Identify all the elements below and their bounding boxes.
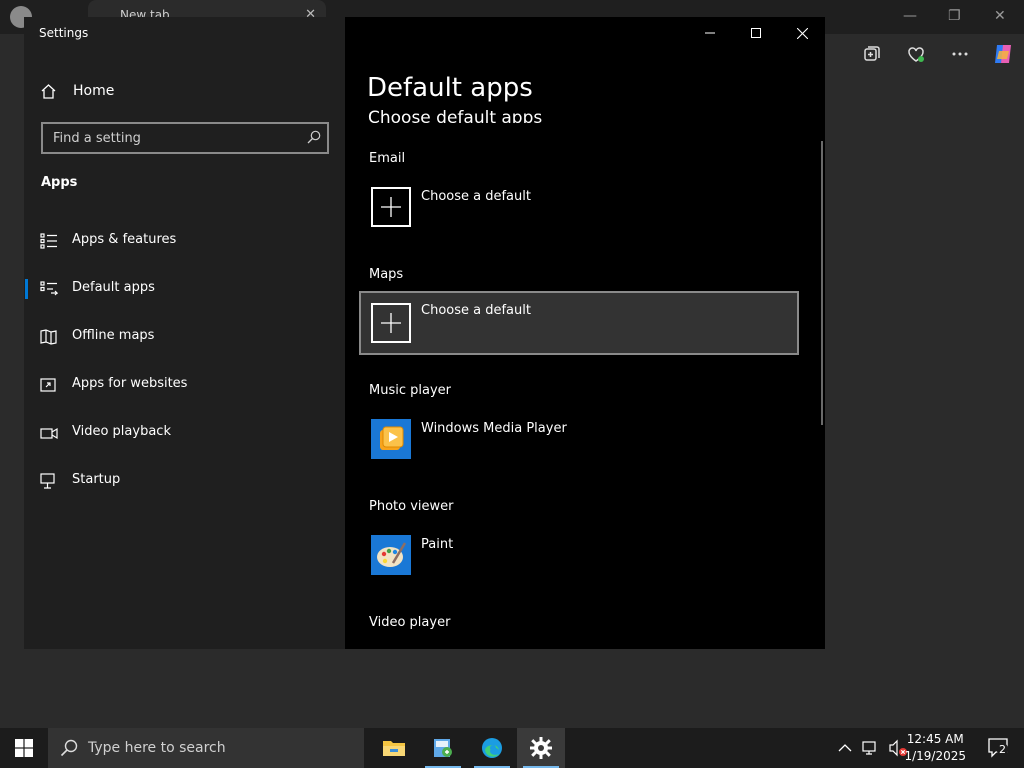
music-player-default-button[interactable]: Windows Media Player bbox=[359, 409, 799, 471]
home-nav-item[interactable]: Home bbox=[40, 79, 114, 103]
home-icon bbox=[41, 83, 56, 99]
start-button[interactable] bbox=[0, 728, 48, 768]
gear-icon bbox=[530, 737, 552, 759]
taskbar-search-placeholder: Type here to search bbox=[88, 740, 226, 756]
category-label-maps: Maps bbox=[369, 267, 404, 282]
sidebar-item-default-apps[interactable]: Default apps bbox=[24, 269, 345, 309]
photo-viewer-app-name: Paint bbox=[421, 537, 454, 552]
system-tray bbox=[838, 728, 908, 768]
default-apps-content: Default apps Choose default apps Email C… bbox=[345, 17, 825, 649]
video-playback-icon bbox=[40, 427, 58, 440]
sidebar-item-label: Startup bbox=[72, 472, 121, 487]
windows-logo-icon bbox=[15, 739, 33, 757]
action-center-button[interactable]: 2 bbox=[988, 738, 1010, 758]
content-scrollbar[interactable] bbox=[821, 141, 823, 425]
find-setting-input[interactable] bbox=[43, 124, 303, 152]
collections-icon[interactable] bbox=[862, 44, 882, 64]
taskbar-search-box[interactable]: Type here to search bbox=[48, 728, 364, 768]
browser-essentials-icon[interactable] bbox=[906, 44, 926, 64]
home-label: Home bbox=[73, 83, 115, 99]
sidebar-item-label: Apps & features bbox=[72, 232, 177, 247]
sidebar-item-label: Default apps bbox=[72, 280, 155, 295]
maps-app-name: Choose a default bbox=[421, 303, 531, 318]
sidebar-item-label: Offline maps bbox=[72, 328, 155, 343]
search-icon[interactable] bbox=[307, 130, 321, 144]
offline-maps-icon bbox=[40, 329, 57, 345]
clock-date: 1/19/2025 bbox=[904, 749, 966, 763]
window-controls bbox=[687, 17, 825, 49]
taskbar-clock[interactable]: 12:45 AM 1/19/2025 bbox=[904, 731, 966, 765]
photo-viewer-default-button[interactable]: Paint bbox=[359, 525, 799, 587]
settings-window: Settings Home Apps Apps & features Defau… bbox=[24, 17, 825, 649]
maps-default-button[interactable]: Choose a default bbox=[359, 291, 799, 355]
control-panel-icon bbox=[434, 739, 452, 757]
apps-websites-icon bbox=[40, 378, 56, 392]
sidebar-item-video-playback[interactable]: Video playback bbox=[24, 413, 345, 453]
maximize-icon bbox=[751, 28, 761, 38]
category-label-music-player: Music player bbox=[369, 383, 451, 398]
taskbar-settings[interactable] bbox=[517, 728, 565, 768]
default-apps-icon bbox=[40, 281, 58, 296]
category-label-video-player: Video player bbox=[369, 615, 451, 630]
browser-close-button[interactable]: ✕ bbox=[994, 8, 1006, 24]
sidebar-item-offline-maps[interactable]: Offline maps bbox=[24, 317, 345, 357]
sidebar-item-label: Apps for websites bbox=[72, 376, 188, 391]
sidebar-item-apps-features[interactable]: Apps & features bbox=[24, 221, 345, 261]
taskbar-file-explorer[interactable] bbox=[370, 728, 418, 768]
minimize-icon bbox=[705, 32, 715, 34]
window-title: Settings bbox=[39, 26, 89, 40]
section-subtitle: Choose default apps bbox=[368, 108, 543, 123]
email-default-button[interactable]: Choose a default bbox=[359, 177, 799, 239]
taskbar: Type here to search 12:45 AM 1/19/2025 2 bbox=[0, 728, 1024, 768]
paint-icon bbox=[371, 535, 411, 575]
maximize-button[interactable] bbox=[733, 17, 779, 49]
category-label-email: Email bbox=[369, 151, 406, 166]
close-icon bbox=[796, 27, 808, 39]
chevron-up-icon[interactable] bbox=[838, 743, 852, 753]
clock-time: 12:45 AM bbox=[906, 732, 964, 746]
browser-minimize-button[interactable]: — bbox=[903, 8, 917, 24]
plus-icon bbox=[371, 303, 411, 343]
music-player-app-name: Windows Media Player bbox=[421, 421, 567, 436]
taskbar-app-control-panel[interactable] bbox=[419, 728, 467, 768]
plus-icon bbox=[371, 187, 411, 227]
settings-search-box[interactable] bbox=[41, 122, 329, 154]
apps-features-icon bbox=[40, 233, 57, 249]
sidebar-item-startup[interactable]: Startup bbox=[24, 461, 345, 501]
close-button[interactable] bbox=[779, 17, 825, 49]
settings-sidebar: Settings Home Apps Apps & features Defau… bbox=[24, 17, 345, 649]
email-app-name: Choose a default bbox=[421, 189, 531, 204]
network-icon[interactable] bbox=[862, 740, 880, 756]
edge-icon bbox=[482, 738, 502, 758]
browser-restore-button[interactable]: ❐ bbox=[948, 8, 961, 24]
copilot-icon[interactable] bbox=[991, 42, 1015, 66]
taskbar-edge[interactable] bbox=[468, 728, 516, 768]
minimize-button[interactable] bbox=[687, 17, 733, 49]
startup-icon bbox=[40, 473, 55, 489]
category-label-photo-viewer: Photo viewer bbox=[369, 499, 454, 514]
more-options-icon[interactable] bbox=[950, 44, 970, 64]
file-explorer-icon bbox=[383, 741, 405, 756]
sidebar-item-apps-for-websites[interactable]: Apps for websites bbox=[24, 365, 345, 405]
section-label-apps: Apps bbox=[41, 175, 78, 190]
page-title: Default apps bbox=[367, 73, 533, 103]
windows-media-player-icon bbox=[371, 419, 411, 459]
sidebar-item-label: Video playback bbox=[72, 424, 171, 439]
search-icon bbox=[60, 739, 78, 757]
notification-count-badge: 2 bbox=[997, 743, 1008, 756]
